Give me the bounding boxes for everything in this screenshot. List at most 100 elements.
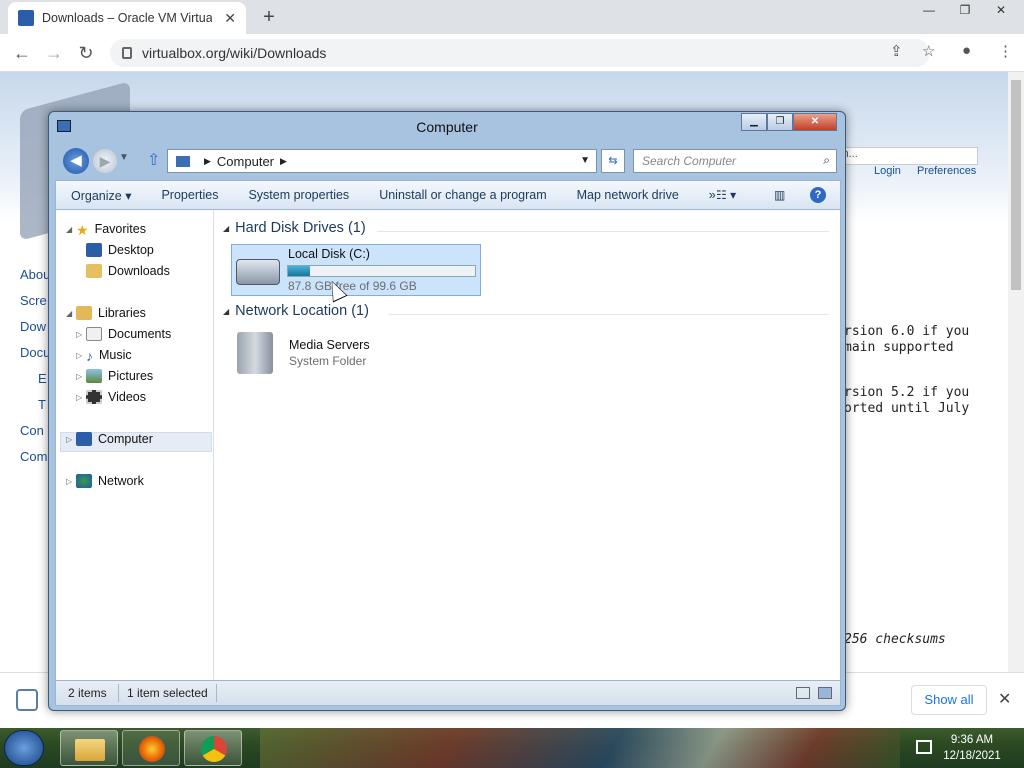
media-servers-name[interactable]: Media Servers <box>289 338 370 352</box>
reload-button[interactable]: ↻ <box>76 43 96 63</box>
explorer-forward-button[interactable]: ▶ <box>93 149 117 173</box>
nav-network[interactable]: ▷ Network <box>66 474 144 488</box>
group-header-network-location[interactable]: ◢ Network Location (1) <box>223 303 369 319</box>
explorer-maximize-button[interactable]: ❐ <box>767 113 793 131</box>
explorer-titlebar[interactable]: Computer ▁ ❐ ✕ <box>49 112 845 144</box>
login-link[interactable]: Login <box>874 165 901 177</box>
address-bar[interactable]: virtualbox.org/wiki/Downloads <box>110 39 930 67</box>
up-level-icon[interactable]: ⇧ <box>147 150 160 170</box>
nav-libraries[interactable]: ◢ Libraries <box>66 306 146 320</box>
downloads-folder-icon <box>86 264 102 278</box>
computer-icon <box>76 432 92 446</box>
expand-arrow-icon[interactable]: ▷ <box>66 435 76 444</box>
close-button[interactable]: ✕ <box>986 0 1016 20</box>
breadcrumb-computer[interactable]: Computer <box>217 154 274 169</box>
preferences-link[interactable]: Preferences <box>917 165 976 177</box>
star-icon: ★ <box>76 222 89 238</box>
network-tray-icon[interactable] <box>916 740 932 754</box>
collapse-arrow-icon[interactable]: ◢ <box>66 225 76 234</box>
explorer-minimize-button[interactable]: ▁ <box>741 113 767 131</box>
menu-kebab-icon[interactable]: ⋮ <box>998 42 1013 60</box>
taskbar-clock[interactable]: 9:36 AM 12/18/2021 <box>940 732 1004 764</box>
restore-button[interactable]: ❐ <box>950 0 980 20</box>
collapse-arrow-icon[interactable]: ◢ <box>223 224 229 233</box>
group-header-hard-disk[interactable]: ◢ Hard Disk Drives (1) <box>223 220 366 236</box>
system-properties-button[interactable]: System properties <box>233 188 364 202</box>
start-button[interactable] <box>4 730 44 766</box>
taskbar-firefox-button[interactable] <box>122 730 180 766</box>
nav-label: Libraries <box>98 306 146 320</box>
site-search-input[interactable]: ch... <box>832 147 978 165</box>
tab-close-icon[interactable]: ✕ <box>224 10 236 27</box>
nav-videos[interactable]: ▷ Videos <box>76 390 146 404</box>
collapse-arrow-icon[interactable]: ◢ <box>223 307 229 316</box>
address-dropdown-icon[interactable]: ▼ <box>580 155 590 166</box>
download-file-icon[interactable] <box>16 689 38 711</box>
taskbar-explorer-button[interactable] <box>60 730 118 766</box>
side-nav-link[interactable]: T <box>38 397 46 412</box>
nav-downloads[interactable]: Downloads <box>86 264 170 278</box>
status-divider <box>118 684 119 702</box>
explorer-address-bar[interactable]: ▶ Computer ▶ ▼ <box>167 149 597 173</box>
change-view-icon[interactable]: ☷ ▾ <box>716 188 736 202</box>
explorer-back-button[interactable]: ◀ <box>63 148 89 174</box>
organize-menu-button[interactable]: Organize ▾ <box>56 188 146 203</box>
search-icon[interactable]: ⌕ <box>823 153 830 168</box>
side-nav-link[interactable]: Abou <box>20 267 50 282</box>
explorer-search-input[interactable]: Search Computer ⌕ <box>633 149 837 173</box>
side-nav-link[interactable]: Con <box>20 423 44 438</box>
nav-documents[interactable]: ▷ Documents <box>76 327 171 341</box>
drive-local-disk-c[interactable]: Local Disk (C:) 87.8 GB free of 99.6 GB <box>231 244 481 296</box>
back-button[interactable]: ← <box>12 43 32 63</box>
profile-avatar-icon[interactable]: ● <box>962 42 971 59</box>
tab-downloads[interactable]: Downloads – Oracle VM VirtualBox ✕ <box>8 2 246 34</box>
expand-arrow-icon[interactable]: ▷ <box>76 351 86 360</box>
uninstall-program-button[interactable]: Uninstall or change a program <box>364 188 561 202</box>
side-nav-link[interactable]: Scre <box>20 293 47 308</box>
map-network-drive-button[interactable]: Map network drive <box>562 188 694 202</box>
recent-pages-dropdown-icon[interactable]: ▼ <box>119 152 129 163</box>
nav-label: Videos <box>108 390 146 404</box>
nav-computer[interactable]: ▷ Computer <box>66 432 153 446</box>
share-icon[interactable]: ⇪ <box>890 42 903 60</box>
nav-favorites[interactable]: ◢ ★ Favorites <box>66 222 146 238</box>
page-text-line: rsion 5.2 if you <box>844 385 970 400</box>
desktop-icon <box>86 243 102 257</box>
expand-arrow-icon[interactable]: ▷ <box>66 477 76 486</box>
expand-arrow-icon[interactable]: ▷ <box>76 393 86 402</box>
details-view-icon[interactable] <box>796 687 810 699</box>
side-nav-link[interactable]: Docu <box>20 345 50 360</box>
large-icons-view-icon[interactable] <box>818 687 832 699</box>
group-title: Hard Disk Drives (1) <box>235 220 366 236</box>
page-text-line: orted until July <box>844 401 970 416</box>
new-tab-button[interactable]: + <box>258 6 280 28</box>
media-server-icon[interactable] <box>237 332 273 374</box>
refresh-icon[interactable]: ⇆ <box>601 149 625 173</box>
side-nav-link[interactable]: E <box>38 371 47 386</box>
side-nav-link[interactable]: Dow <box>20 319 46 334</box>
explorer-close-button[interactable]: ✕ <box>793 113 837 131</box>
expand-arrow-icon[interactable]: ▷ <box>76 330 86 339</box>
collapse-arrow-icon[interactable]: ◢ <box>66 309 76 318</box>
properties-button[interactable]: Properties <box>146 188 233 202</box>
nav-music[interactable]: ▷ ♪ Music <box>76 348 132 364</box>
explorer-command-bar: Organize ▾ Properties System properties … <box>55 180 841 210</box>
forward-button[interactable]: → <box>44 43 64 63</box>
bookmark-star-icon[interactable]: ☆ <box>922 42 935 60</box>
breadcrumb-arrow-icon[interactable]: ▶ <box>280 156 287 167</box>
show-all-button[interactable]: Show all <box>911 685 987 715</box>
taskbar-chrome-button[interactable] <box>184 730 242 766</box>
page-scrollbar[interactable] <box>1008 72 1024 672</box>
minimize-button[interactable]: — <box>914 0 944 20</box>
expand-arrow-icon[interactable]: ▷ <box>76 372 86 381</box>
scrollbar-thumb[interactable] <box>1011 80 1021 290</box>
preview-pane-icon[interactable]: ▥ <box>774 188 785 202</box>
item-count: 2 items <box>68 686 107 700</box>
side-nav-link[interactable]: Com <box>20 449 47 464</box>
nav-pictures[interactable]: ▷ Pictures <box>76 369 153 383</box>
help-icon[interactable]: ? <box>810 187 826 203</box>
nav-desktop[interactable]: Desktop <box>86 243 154 257</box>
download-bar-close-icon[interactable]: ✕ <box>998 689 1011 709</box>
breadcrumb-arrow-icon[interactable]: ▶ <box>204 156 211 167</box>
tab-title: Downloads – Oracle VM VirtualBox <box>42 11 212 25</box>
